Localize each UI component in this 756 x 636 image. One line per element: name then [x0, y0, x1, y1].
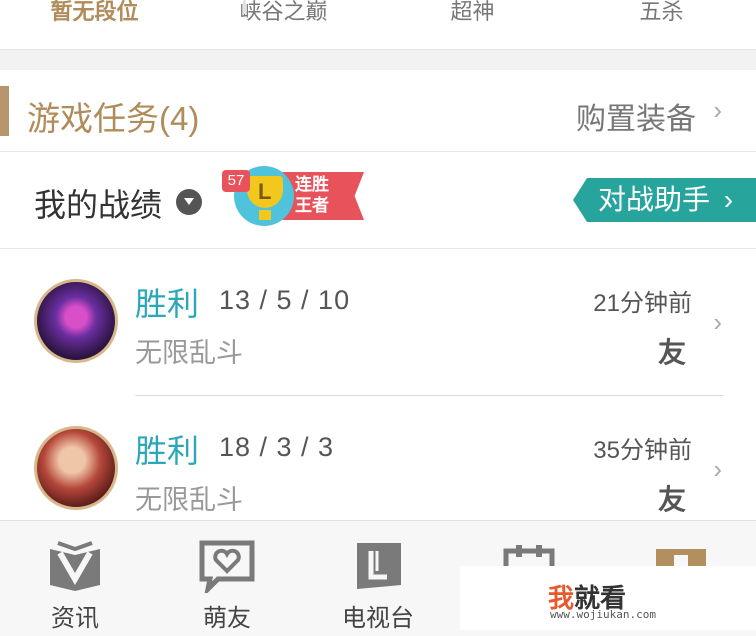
chevron-right-icon: › — [713, 307, 722, 337]
battle-assistant-label: 对战助手 — [598, 184, 711, 215]
champion-avatar — [34, 426, 118, 510]
dropdown-icon[interactable] — [176, 189, 202, 215]
chevron-right-icon: › — [713, 454, 722, 484]
friend-tag: 友 — [657, 484, 686, 515]
trophy-letter: L — [258, 179, 272, 204]
nav-friends[interactable]: 萌友 — [172, 521, 282, 636]
game-tasks-row[interactable]: 游戏任务(4) 购置装备 › — [0, 70, 756, 152]
nav-label: 电视台 — [342, 605, 414, 632]
match-kda: 18 / 3 / 3 — [219, 432, 335, 462]
stat-peak[interactable]: 峡谷之巅 — [189, 0, 378, 49]
stat-pentakill[interactable]: 五杀 — [567, 0, 756, 49]
match-time: 35分钟前 — [593, 437, 692, 464]
stat-legendary[interactable]: 超神 — [378, 0, 567, 49]
my-records-title[interactable]: 我的战绩 — [34, 180, 162, 226]
win-streak-badge[interactable]: 连胜 王者 L 57 — [222, 166, 364, 230]
book-v-icon — [50, 541, 100, 591]
match-row[interactable]: 胜利 18 / 3 / 3 无限乱斗 35分钟前 友 › — [0, 396, 756, 520]
match-result: 胜利 — [135, 433, 200, 469]
watermark: 我就看 www.wojiukan.com — [460, 566, 756, 630]
chevron-right-icon: › — [723, 184, 734, 215]
friend-tag: 友 — [657, 337, 686, 368]
match-time: 21分钟前 — [593, 290, 692, 317]
match-kda: 13 / 5 / 10 — [219, 285, 351, 315]
nav-news[interactable]: 资讯 — [20, 521, 130, 636]
heart-chat-icon — [199, 540, 255, 593]
battle-assistant-button[interactable]: 对战助手 › — [573, 178, 756, 222]
chevron-right-icon: › — [713, 95, 722, 125]
badge-count: 57 — [222, 170, 250, 192]
match-result: 胜利 — [135, 286, 200, 322]
rank-label[interactable]: 暂无段位 — [0, 0, 189, 49]
champion-avatar — [34, 279, 118, 363]
match-mode: 无限乱斗 — [135, 338, 243, 368]
trophy-stem — [259, 210, 271, 220]
match-mode: 无限乱斗 — [135, 485, 243, 515]
game-tasks-title: 游戏任务(4) — [27, 100, 200, 137]
buy-equipment-label: 购置装备 — [576, 103, 696, 136]
buy-equipment-link[interactable]: 购置装备 — [576, 94, 696, 138]
tv-book-icon — [357, 543, 401, 589]
stats-row: 暂无段位 峡谷之巅 超神 五杀 — [0, 0, 756, 50]
watermark-url: www.wojiukan.com — [550, 608, 656, 621]
nav-tv[interactable]: 电视台 — [323, 521, 433, 636]
nav-label: 资讯 — [51, 605, 99, 632]
match-row[interactable]: 胜利 13 / 5 / 10 无限乱斗 21分钟前 友 › — [0, 249, 756, 396]
stats-divider — [244, 0, 245, 14]
section-accent-bar — [0, 86, 9, 136]
nav-label: 萌友 — [203, 605, 251, 632]
